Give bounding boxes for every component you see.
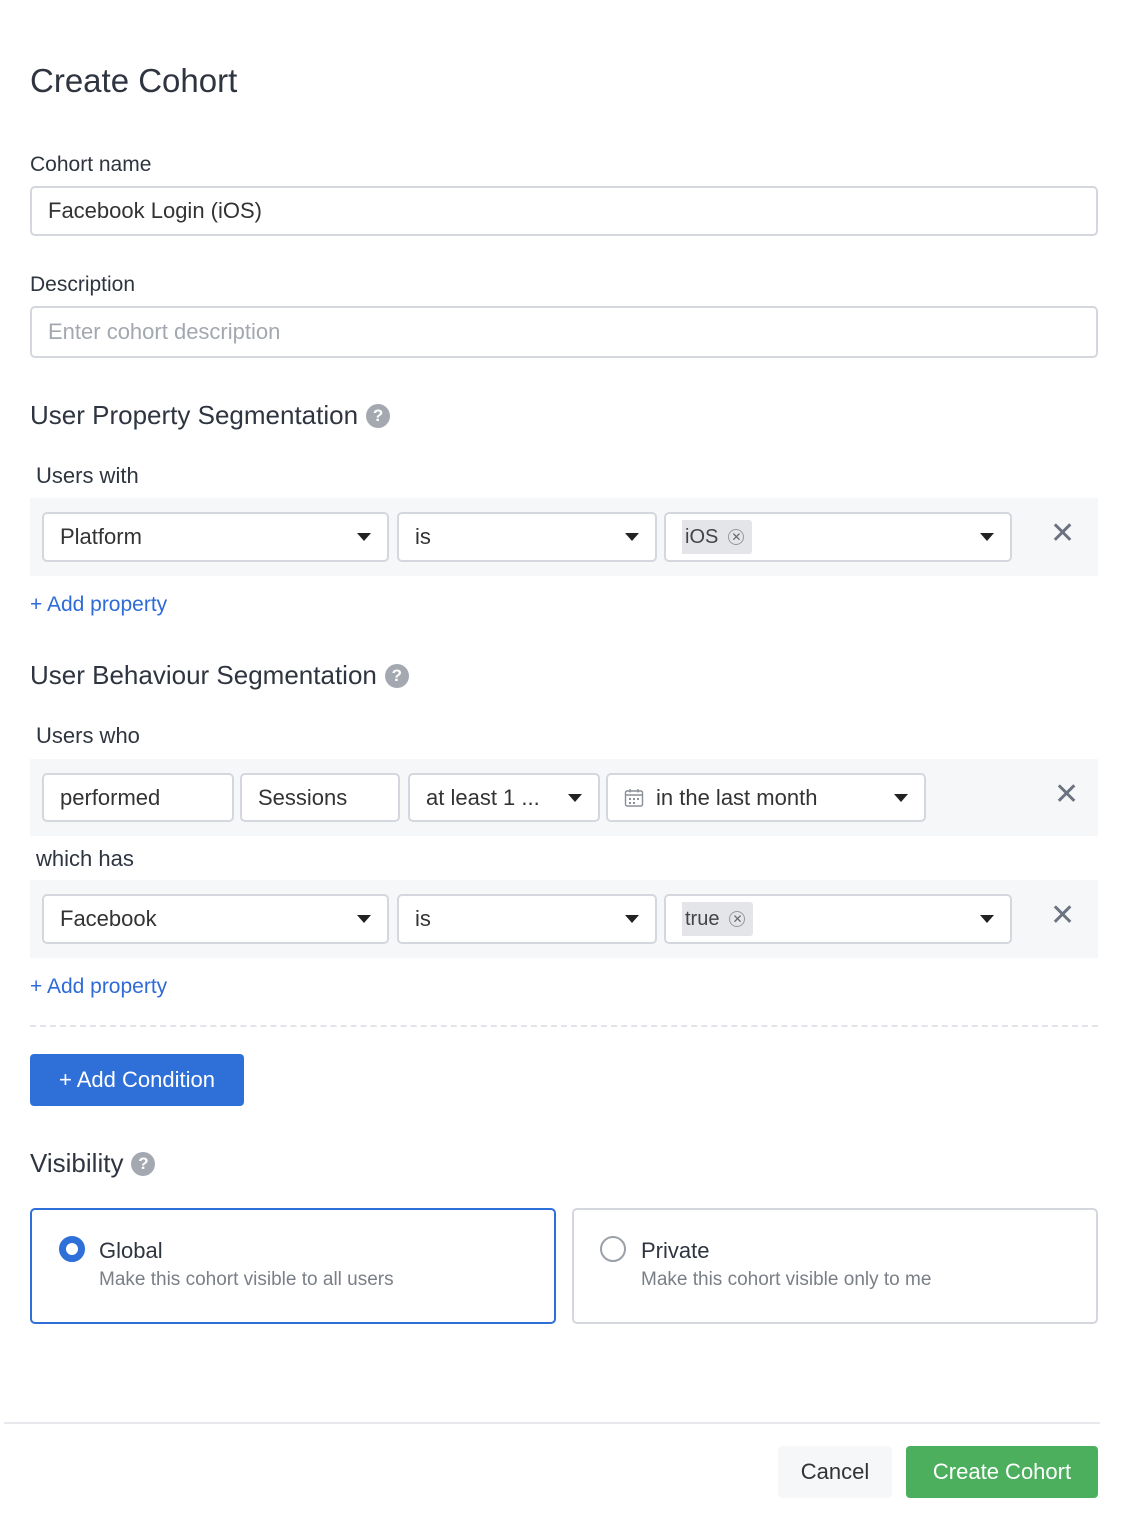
event-select-value: Sessions	[258, 784, 348, 810]
event-select[interactable]: Sessions	[240, 773, 400, 822]
cohort-name-label: Cohort name	[30, 153, 152, 176]
cancel-button[interactable]: Cancel	[778, 1446, 892, 1498]
section-divider	[30, 1025, 1098, 1027]
option-title: Private	[641, 1238, 710, 1263]
option-description: Make this cohort visible only to me	[641, 1269, 932, 1290]
property-section-title: User Property Segmentation ?	[30, 400, 391, 431]
option-description: Make this cohort visible to all users	[99, 1269, 394, 1290]
add-condition-button[interactable]: + Add Condition	[30, 1054, 244, 1106]
caret-down-icon	[625, 915, 639, 923]
option-title: Global	[99, 1238, 163, 1263]
property-select-value: Platform	[60, 524, 142, 549]
value-chip: true ✕	[682, 902, 754, 936]
behaviour-section-title-text: User Behaviour Segmentation	[30, 660, 377, 690]
frequency-select[interactable]: at least 1 ...	[408, 773, 600, 822]
value-chip: iOS ✕	[682, 520, 753, 554]
visibility-title-text: Visibility	[30, 1148, 124, 1178]
behaviour-property-select[interactable]: Facebook	[42, 894, 389, 944]
users-with-label: Users with	[36, 463, 139, 488]
close-icon[interactable]: ✕	[1054, 777, 1079, 812]
behaviour-value-select-content: true ✕	[682, 902, 972, 936]
visibility-title: Visibility ?	[30, 1148, 156, 1179]
behaviour-value-select[interactable]: true ✕	[664, 894, 1012, 944]
close-icon[interactable]: ✕	[1050, 898, 1075, 933]
value-select[interactable]: iOS ✕	[664, 512, 1012, 562]
caret-down-icon	[568, 793, 582, 802]
close-icon[interactable]: ✕	[1050, 516, 1075, 551]
create-cohort-button[interactable]: Create Cohort	[906, 1446, 1098, 1498]
operator-select-value: is	[415, 524, 431, 549]
description-label: Description	[30, 273, 136, 296]
value-select-content: iOS ✕	[682, 520, 972, 554]
caret-down-icon	[894, 793, 908, 802]
action-select-value: performed	[60, 784, 161, 810]
property-select[interactable]: Platform	[42, 512, 389, 562]
frequency-select-value: at least 1 ...	[426, 784, 540, 810]
caret-down-icon	[625, 533, 639, 541]
operator-select[interactable]: is	[397, 512, 657, 562]
radio-private[interactable]	[600, 1236, 626, 1262]
behaviour-operator-select[interactable]: is	[397, 894, 657, 944]
value-chip-label: iOS	[685, 525, 719, 548]
behaviour-property-select-value: Facebook	[60, 906, 157, 931]
time-range-select-value: in the last month	[656, 784, 818, 810]
chip-remove-icon[interactable]: ✕	[729, 911, 746, 927]
chip-remove-icon[interactable]: ✕	[728, 529, 745, 545]
question-circle-icon[interactable]: ?	[366, 403, 391, 428]
visibility-option-private[interactable]: Private Make this cohort visible only to…	[572, 1208, 1098, 1324]
footer-divider	[4, 1422, 1100, 1424]
caret-down-icon	[357, 533, 371, 541]
description-input[interactable]: Enter cohort description	[30, 306, 1098, 358]
behaviour-operator-select-value: is	[415, 906, 431, 931]
add-property-link[interactable]: + Add property	[30, 975, 167, 999]
users-who-label: Users who	[36, 723, 140, 748]
cohort-name-input[interactable]: Facebook Login (iOS)	[30, 186, 1098, 236]
value-chip-label: true	[685, 907, 720, 930]
time-range-select[interactable]: in the last month	[606, 773, 926, 822]
property-section-title-text: User Property Segmentation	[30, 400, 359, 430]
question-circle-icon[interactable]: ?	[131, 1151, 156, 1176]
which-has-label: which has	[36, 846, 134, 871]
add-property-link[interactable]: + Add property	[30, 593, 167, 617]
caret-down-icon	[357, 915, 371, 923]
dialog-title: Create Cohort	[30, 62, 238, 99]
visibility-option-global[interactable]: Global Make this cohort visible to all u…	[30, 1208, 556, 1324]
caret-down-icon	[980, 915, 994, 923]
radio-global[interactable]	[59, 1236, 85, 1262]
question-circle-icon[interactable]: ?	[384, 663, 409, 688]
action-select[interactable]: performed	[42, 773, 234, 822]
calendar-icon	[624, 788, 644, 807]
behaviour-section-title: User Behaviour Segmentation ?	[30, 660, 409, 691]
caret-down-icon	[980, 533, 994, 541]
